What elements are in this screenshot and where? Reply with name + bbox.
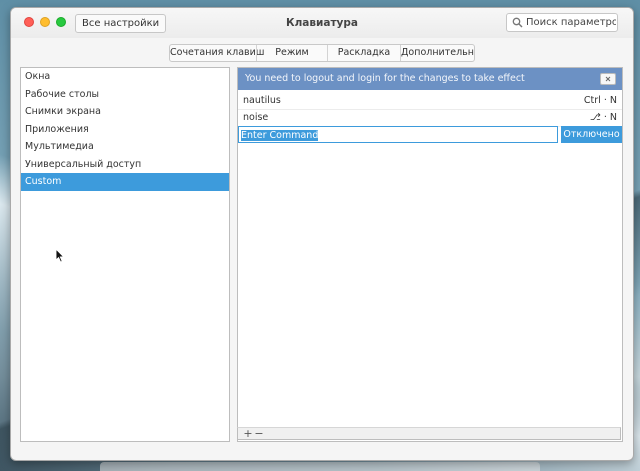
tab-shortcuts[interactable]: Сочетания клавиш bbox=[170, 45, 264, 61]
maximize-window-button[interactable] bbox=[56, 17, 66, 27]
shortcut-row[interactable]: noise ⎇ · N bbox=[238, 109, 622, 127]
mode-tabs: Сочетания клавиш Режим Раскладка Дополни… bbox=[169, 44, 475, 62]
mouse-pointer-icon bbox=[55, 248, 65, 263]
shortcut-keys-disabled[interactable]: Отключено bbox=[561, 126, 622, 143]
tab-advanced[interactable]: Дополнительно bbox=[400, 45, 474, 61]
titlebar: Все настройки Клавиатура bbox=[11, 8, 633, 38]
sidebar-item-accessibility[interactable]: Универсальный доступ bbox=[21, 156, 229, 174]
info-bar: You need to logout and login for the cha… bbox=[238, 68, 622, 90]
shortcut-command: noise bbox=[243, 112, 269, 123]
tab-layout[interactable]: Раскладка bbox=[327, 45, 400, 61]
search-icon bbox=[512, 17, 523, 28]
dock bbox=[100, 462, 540, 471]
custom-shortcuts-panel: You need to logout and login for the cha… bbox=[237, 67, 623, 442]
remove-shortcut-button[interactable]: − bbox=[253, 428, 265, 439]
command-input-text: Enter Command bbox=[241, 130, 319, 141]
search-box[interactable] bbox=[506, 13, 618, 32]
keyboard-settings-window: Все настройки Клавиатура Сочетания клави… bbox=[10, 7, 634, 461]
list-toolbar: + − bbox=[237, 427, 621, 440]
info-close-button[interactable] bbox=[600, 73, 616, 85]
info-message: You need to logout and login for the cha… bbox=[245, 73, 525, 84]
all-settings-button[interactable]: Все настройки bbox=[75, 14, 167, 33]
shortcut-row[interactable]: nautilus Ctrl · N bbox=[238, 92, 622, 110]
minimize-window-button[interactable] bbox=[40, 17, 50, 27]
sidebar-item-workspaces[interactable]: Рабочие столы bbox=[21, 86, 229, 104]
search-input[interactable] bbox=[526, 14, 616, 31]
shortcut-row-editing[interactable]: Enter Command Отключено bbox=[238, 126, 622, 143]
shortcut-category-list: Окна Рабочие столы Снимки экрана Приложе… bbox=[20, 67, 230, 442]
sidebar-item-applications[interactable]: Приложения bbox=[21, 121, 229, 139]
tab-mode[interactable]: Режим bbox=[256, 45, 327, 61]
sidebar-item-windows[interactable]: Окна bbox=[21, 68, 229, 86]
sidebar-item-custom[interactable]: Custom bbox=[21, 173, 229, 191]
command-input[interactable]: Enter Command bbox=[238, 126, 558, 143]
sidebar-item-media[interactable]: Мультимедиа bbox=[21, 138, 229, 156]
shortcut-keys[interactable]: Ctrl · N bbox=[584, 92, 617, 109]
close-window-button[interactable] bbox=[24, 17, 34, 27]
close-icon bbox=[605, 76, 611, 82]
shortcut-command: nautilus bbox=[243, 95, 281, 106]
sidebar-item-screenshots[interactable]: Снимки экрана bbox=[21, 103, 229, 121]
shortcut-keys[interactable]: ⎇ · N bbox=[590, 109, 617, 126]
